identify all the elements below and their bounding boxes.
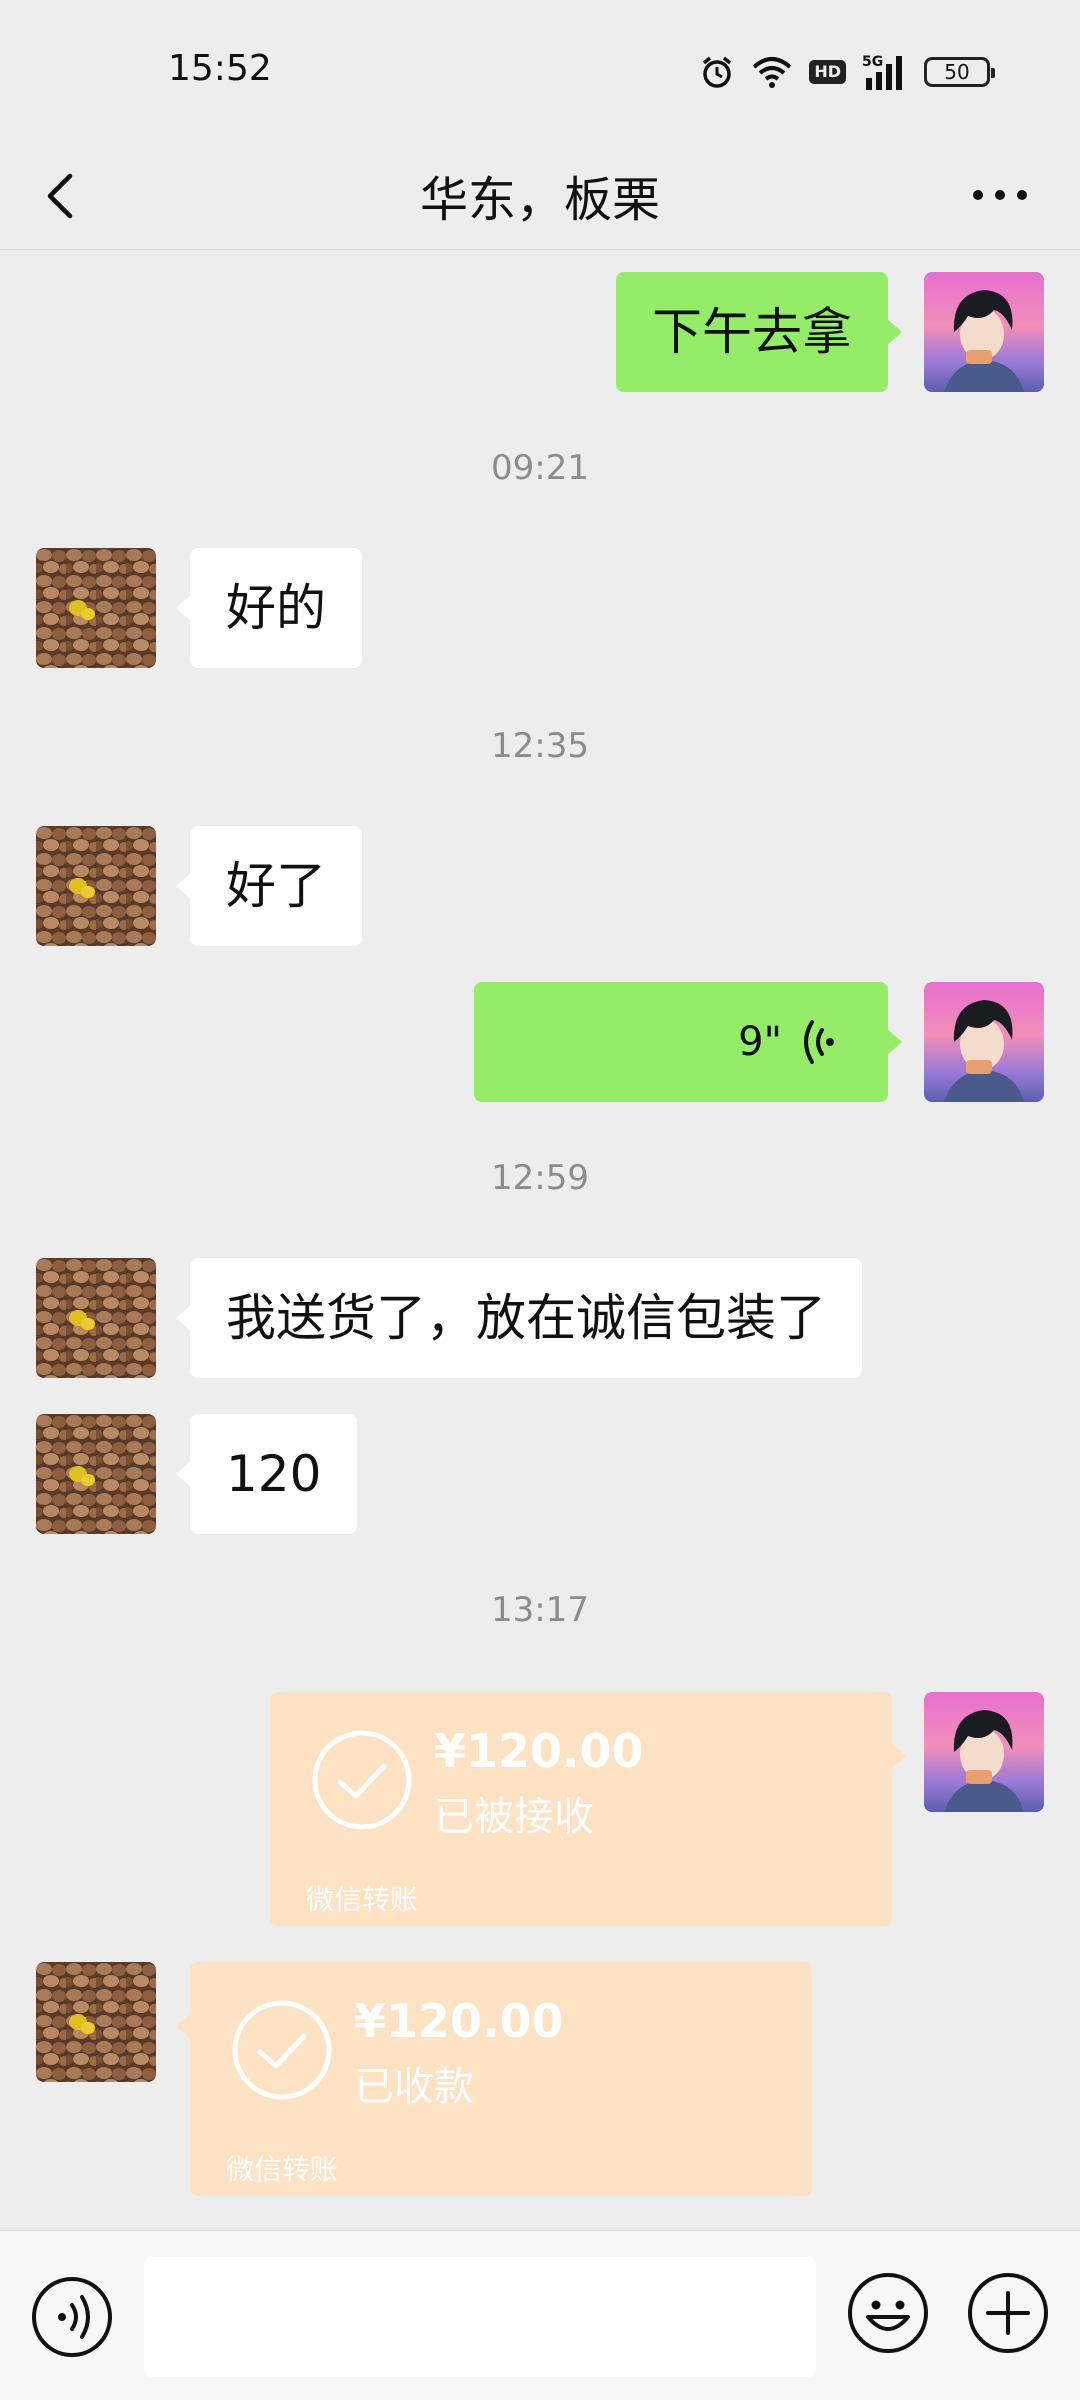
status-icons: HD 5G 50 <box>699 50 995 94</box>
my-avatar[interactable] <box>924 982 1044 1102</box>
alarm-icon <box>703 56 732 88</box>
message-timestamp: 13:17 <box>491 1590 589 1630</box>
my-avatar[interactable] <box>924 272 1044 392</box>
emoji-icon[interactable] <box>846 2271 930 2355</box>
message-bubble-mine[interactable]: 下午去拿 <box>616 272 902 392</box>
transfer-source-label: 微信转账 <box>306 1883 419 1916</box>
voice-duration: 9" <box>738 1019 782 1065</box>
contact-avatar[interactable] <box>36 548 156 668</box>
plus-icon[interactable] <box>966 2271 1050 2355</box>
message-input[interactable] <box>144 2257 816 2377</box>
transfer-status: 已被接收 <box>434 1794 594 1840</box>
transfer-amount: ¥120.00 <box>434 1724 644 1778</box>
message-bubble-theirs[interactable]: 好的 <box>176 548 362 668</box>
battery-level: 50 <box>944 60 970 84</box>
transfer-source-label: 微信转账 <box>226 2153 339 2186</box>
signal-5g-icon: 5G <box>862 54 902 90</box>
message-text: 好了 <box>226 857 326 915</box>
check-circle-icon <box>312 1730 412 1830</box>
transfer-amount: ¥120.00 <box>354 1994 564 2048</box>
chat-message-list[interactable]: 下午去拿 09:21 好的 12:35 好了 9" 12:59 我送货了，放在诚… <box>0 250 1080 2230</box>
message-text: 好的 <box>226 579 326 637</box>
hd-icon: HD <box>809 60 846 84</box>
voice-message-bubble[interactable]: 9" <box>474 982 902 1102</box>
message-timestamp: 09:21 <box>491 448 589 488</box>
status-bar: 15:52 HD 5G 50 <box>0 0 1080 140</box>
message-timestamp: 12:35 <box>491 726 589 766</box>
message-text: 120 <box>226 1445 322 1503</box>
message-bubble-theirs[interactable]: 120 <box>175 1414 358 1534</box>
message-timestamp: 12:59 <box>491 1158 589 1198</box>
message-bubble-theirs[interactable]: 好了 <box>176 826 362 946</box>
chat-title: 华东，板栗 <box>0 140 1080 250</box>
more-horizontal-icon[interactable] <box>970 180 1030 210</box>
contact-avatar[interactable] <box>36 826 156 946</box>
transfer-card-sent[interactable]: ¥120.00 已被接收 微信转账 <box>270 1692 906 1926</box>
transfer-status: 已收款 <box>354 2064 474 2110</box>
voice-input-icon[interactable] <box>30 2275 114 2359</box>
contact-avatar[interactable] <box>36 1414 156 1534</box>
contact-avatar[interactable] <box>36 1258 156 1378</box>
chat-title-text: 华东，板栗 <box>419 172 660 228</box>
chat-header: 华东，板栗 <box>0 140 1080 250</box>
message-text: 我送货了，放在诚信包装了 <box>226 1289 826 1347</box>
voice-wave-icon <box>804 1020 834 1064</box>
message-text: 下午去拿 <box>652 303 852 361</box>
chat-input-bar <box>0 2230 1080 2400</box>
network-label: 5G <box>862 54 883 70</box>
check-circle-icon <box>232 2000 332 2100</box>
my-avatar[interactable] <box>924 1692 1044 1812</box>
battery-icon: 50 <box>924 57 995 87</box>
wifi-icon <box>753 57 792 88</box>
transfer-card-received[interactable]: ¥120.00 已收款 微信转账 <box>176 1962 812 2196</box>
status-time: 15:52 <box>168 48 272 89</box>
message-bubble-theirs[interactable]: 我送货了，放在诚信包装了 <box>176 1258 862 1378</box>
contact-avatar[interactable] <box>36 1962 156 2082</box>
